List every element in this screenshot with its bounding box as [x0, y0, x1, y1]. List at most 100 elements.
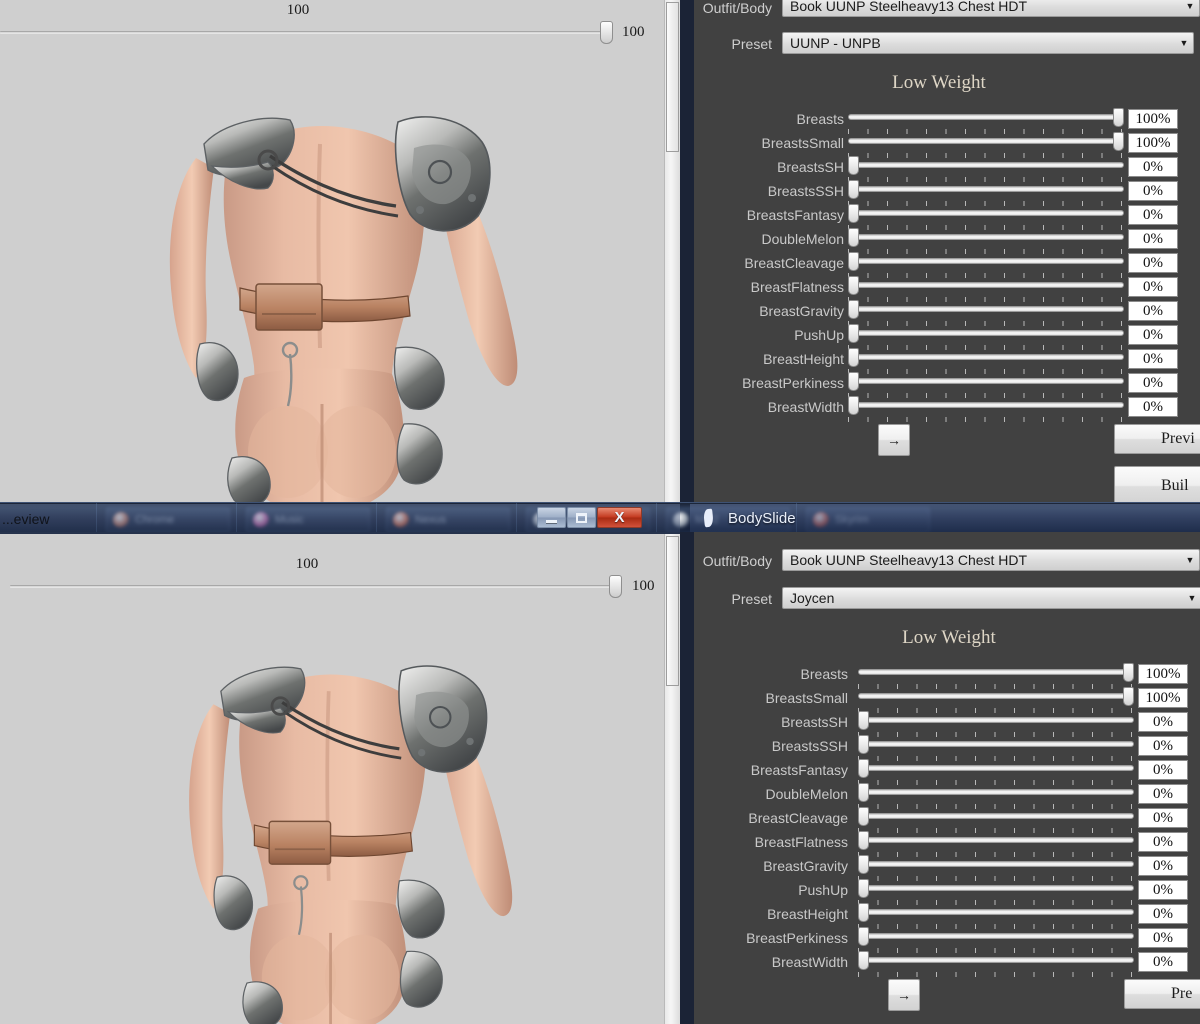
preview-scrollbar-bottom[interactable] — [664, 534, 680, 1024]
slider-value-doublemelon[interactable]: 0% — [1128, 229, 1178, 249]
slider-thumb[interactable] — [858, 711, 869, 730]
preset-dropdown-bottom[interactable]: Joycen ▼ — [782, 587, 1200, 609]
preset-dropdown-top[interactable]: UUNP - UNPB ▼ — [782, 32, 1194, 54]
slider-track[interactable] — [858, 789, 1134, 795]
slider-breastsfantasy[interactable] — [848, 204, 1124, 230]
slider-track[interactable] — [858, 741, 1134, 747]
preview-scrollbar-top[interactable] — [664, 0, 680, 502]
slider-doublemelon[interactable] — [858, 783, 1134, 809]
slider-breastheight[interactable] — [848, 348, 1124, 374]
preview-button-top[interactable]: Previ — [1114, 424, 1200, 454]
slider-breastperkiness[interactable] — [858, 927, 1134, 953]
slider-track[interactable] — [848, 402, 1124, 408]
slider-doublemelon[interactable] — [848, 228, 1124, 254]
slider-thumb[interactable] — [858, 903, 869, 922]
slider-thumb[interactable] — [848, 396, 859, 415]
slider-thumb[interactable] — [1113, 108, 1124, 127]
slider-breasts[interactable] — [858, 663, 1134, 689]
slider-value-breastgravity[interactable]: 0% — [1128, 301, 1178, 321]
slider-value-breastssmall[interactable]: 100% — [1128, 133, 1178, 153]
slider-breastssh[interactable] — [848, 156, 1124, 182]
slider-breasts[interactable] — [848, 108, 1124, 134]
slider-value-breastheight[interactable]: 0% — [1138, 904, 1188, 924]
slider-thumb[interactable] — [848, 348, 859, 367]
slider-pushup[interactable] — [858, 879, 1134, 905]
preview-button-bottom[interactable]: Pre — [1124, 979, 1200, 1009]
slider-value-breastcleavage[interactable]: 0% — [1128, 253, 1178, 273]
maximize-button-bottom[interactable] — [567, 507, 596, 528]
slider-track[interactable] — [858, 693, 1134, 699]
weight-slider-thumb-top[interactable] — [600, 21, 613, 44]
slider-breastcleavage[interactable] — [858, 807, 1134, 833]
slider-value-breastwidth[interactable]: 0% — [1128, 397, 1178, 417]
slider-value-breastgravity[interactable]: 0% — [1138, 856, 1188, 876]
slider-track[interactable] — [858, 957, 1134, 963]
slider-value-breastsssh[interactable]: 0% — [1128, 181, 1178, 201]
slider-breastcleavage[interactable] — [848, 252, 1124, 278]
slider-thumb[interactable] — [848, 252, 859, 271]
slider-track[interactable] — [858, 717, 1134, 723]
slider-breastheight[interactable] — [858, 903, 1134, 929]
slider-track[interactable] — [848, 234, 1124, 240]
slider-breastsssh[interactable] — [858, 735, 1134, 761]
slider-breastwidth[interactable] — [858, 951, 1134, 977]
slider-value-breastssh[interactable]: 0% — [1128, 157, 1178, 177]
close-button-bottom[interactable]: X — [597, 507, 642, 528]
slider-thumb[interactable] — [858, 951, 869, 970]
slider-value-pushup[interactable]: 0% — [1128, 325, 1178, 345]
slider-track[interactable] — [848, 114, 1124, 120]
slider-thumb[interactable] — [848, 276, 859, 295]
slider-value-breastheight[interactable]: 0% — [1128, 349, 1178, 369]
slider-thumb[interactable] — [858, 783, 869, 802]
slider-track[interactable] — [848, 306, 1124, 312]
slider-value-breastsssh[interactable]: 0% — [1138, 736, 1188, 756]
slider-track[interactable] — [858, 837, 1134, 843]
weight-slider-thumb-bottom[interactable] — [609, 575, 622, 598]
slider-thumb[interactable] — [1123, 663, 1134, 682]
slider-breastflatness[interactable] — [858, 831, 1134, 857]
slider-value-breasts[interactable]: 100% — [1128, 109, 1178, 129]
character-model-bottom[interactable] — [8, 602, 668, 1024]
next-slider-set-button-bottom[interactable]: → — [888, 979, 920, 1011]
slider-breastwidth[interactable] — [848, 396, 1124, 422]
slider-track[interactable] — [858, 861, 1134, 867]
slider-thumb[interactable] — [858, 879, 869, 898]
slider-value-breastssmall[interactable]: 100% — [1138, 688, 1188, 708]
slider-thumb[interactable] — [858, 855, 869, 874]
slider-value-breastssh[interactable]: 0% — [1138, 712, 1188, 732]
slider-value-breastsfantasy[interactable]: 0% — [1128, 205, 1178, 225]
slider-value-breastsfantasy[interactable]: 0% — [1138, 760, 1188, 780]
slider-track[interactable] — [858, 885, 1134, 891]
slider-thumb[interactable] — [848, 228, 859, 247]
slider-value-breastperkiness[interactable]: 0% — [1128, 373, 1178, 393]
minimize-button-bottom[interactable] — [537, 507, 566, 528]
slider-value-breastperkiness[interactable]: 0% — [1138, 928, 1188, 948]
slider-thumb[interactable] — [848, 180, 859, 199]
outfit-body-dropdown-top[interactable]: Book UUNP Steelheavy13 Chest HDT ▼ — [782, 0, 1200, 17]
next-slider-set-button-top[interactable]: → — [878, 424, 910, 456]
slider-breastsssh[interactable] — [848, 180, 1124, 206]
slider-track[interactable] — [848, 138, 1124, 144]
slider-breastssmall[interactable] — [848, 132, 1124, 158]
slider-track[interactable] — [848, 258, 1124, 264]
slider-thumb[interactable] — [848, 372, 859, 391]
slider-thumb[interactable] — [858, 927, 869, 946]
slider-track[interactable] — [858, 813, 1134, 819]
preview-scrollbar-thumb-top[interactable] — [666, 2, 679, 152]
slider-track[interactable] — [848, 210, 1124, 216]
slider-value-breastflatness[interactable]: 0% — [1128, 277, 1178, 297]
slider-breastssmall[interactable] — [858, 687, 1134, 713]
slider-thumb[interactable] — [858, 807, 869, 826]
slider-value-breastwidth[interactable]: 0% — [1138, 952, 1188, 972]
weight-slider-track-bottom[interactable] — [10, 585, 616, 588]
slider-breastsfantasy[interactable] — [858, 759, 1134, 785]
slider-thumb[interactable] — [858, 735, 869, 754]
slider-breastgravity[interactable] — [858, 855, 1134, 881]
outfit-body-dropdown-bottom[interactable]: Book UUNP Steelheavy13 Chest HDT ▼ — [782, 549, 1200, 571]
slider-value-doublemelon[interactable]: 0% — [1138, 784, 1188, 804]
slider-thumb[interactable] — [858, 831, 869, 850]
slider-thumb[interactable] — [1113, 132, 1124, 151]
character-model-top[interactable] — [0, 48, 660, 502]
slider-track[interactable] — [858, 933, 1134, 939]
slider-breastperkiness[interactable] — [848, 372, 1124, 398]
